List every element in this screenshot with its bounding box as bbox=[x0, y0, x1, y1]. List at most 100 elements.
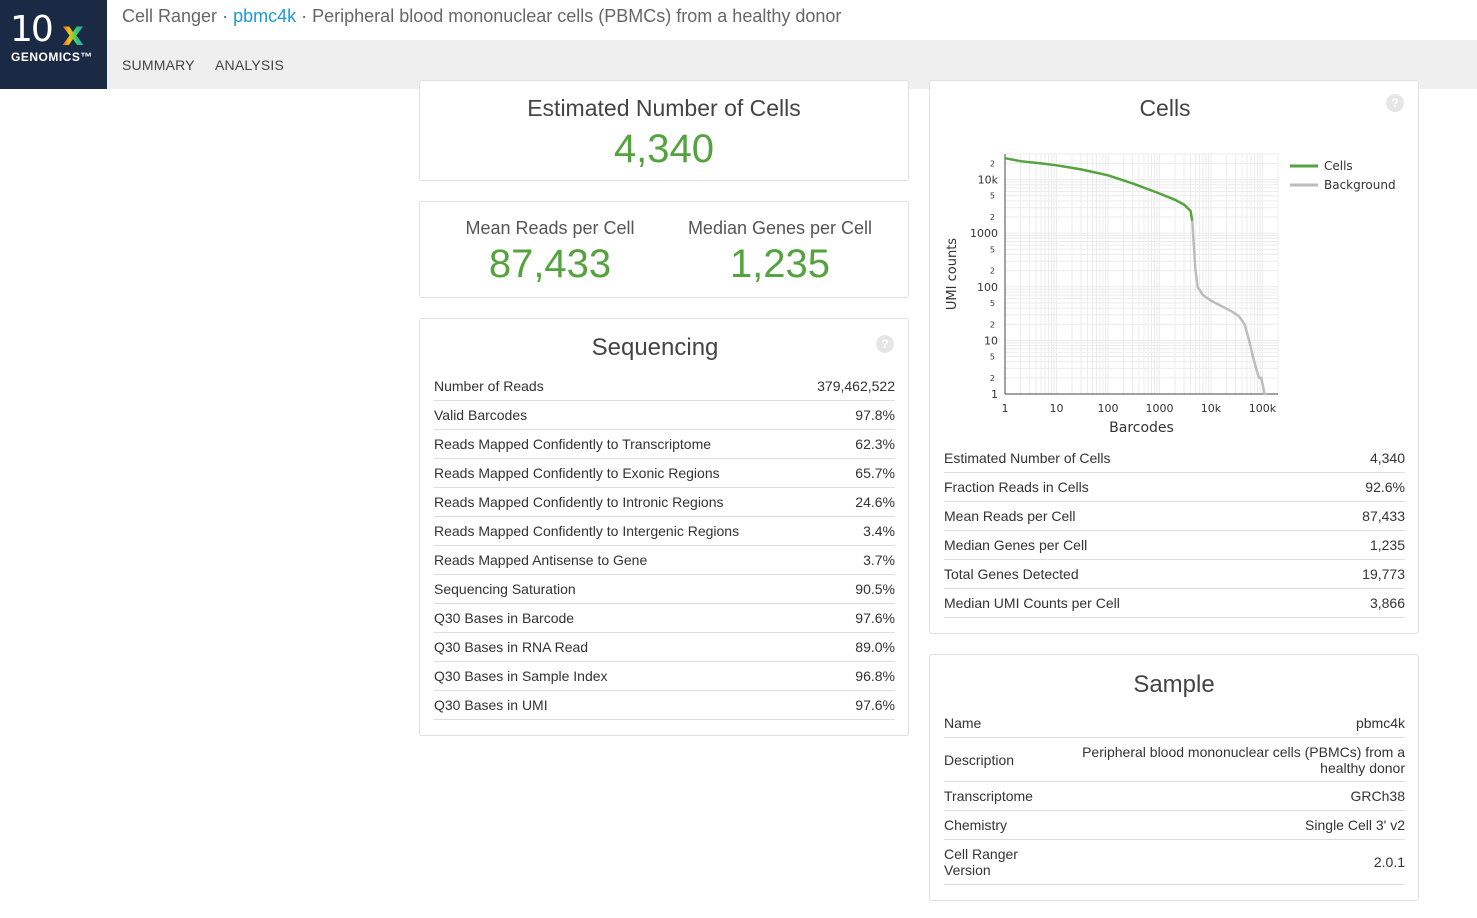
table-row: Reads Mapped Confidently to Transcriptom… bbox=[434, 429, 895, 459]
metric-value: 62.3% bbox=[801, 429, 895, 459]
metric-value: 89.0% bbox=[801, 632, 895, 662]
metric-label: Median Genes per Cell bbox=[944, 530, 1315, 560]
metric-label: Valid Barcodes bbox=[434, 400, 802, 430]
y-minor-tick-label: 2 bbox=[990, 213, 995, 222]
metric-value: 96.8% bbox=[801, 661, 895, 691]
x-tick-label: 10k bbox=[1201, 402, 1222, 415]
metric-label: Q30 Bases in Sample Index bbox=[434, 661, 802, 691]
metric-value: 92.6% bbox=[1314, 472, 1405, 502]
metric-value: 379,462,522 bbox=[801, 372, 895, 401]
tab-analysis[interactable]: ANALYSIS bbox=[215, 57, 284, 73]
metric-label: Reads Mapped Confidently to Intergenic R… bbox=[434, 516, 802, 546]
metric-label: Reads Mapped Confidently to Exonic Regio… bbox=[434, 458, 802, 488]
sequencing-table: Number of Reads 379,462,522 Valid Barcodes… bbox=[434, 372, 895, 720]
key-metrics-card: Mean Reads per Cell 87,433 Median Genes … bbox=[419, 201, 909, 298]
metric-value: 97.8% bbox=[801, 400, 895, 430]
metric-label: Total Genes Detected bbox=[944, 559, 1315, 589]
table-row: Cell Ranger Version 2.0.1 bbox=[944, 839, 1405, 885]
table-row: Q30 Bases in Barcode 97.6% bbox=[434, 603, 895, 633]
table-row: Total Genes Detected 19,773 bbox=[944, 559, 1405, 589]
y-tick-label: 10 bbox=[984, 334, 998, 347]
table-row: Reads Mapped Confidently to Exonic Regio… bbox=[434, 458, 895, 488]
y-minor-tick-label: 2 bbox=[990, 267, 995, 276]
metric-value: 97.6% bbox=[801, 603, 895, 633]
metric-value: 3,866 bbox=[1314, 588, 1405, 618]
table-row: Chemistry Single Cell 3' v2 bbox=[944, 810, 1405, 840]
table-row: Valid Barcodes 97.8% bbox=[434, 400, 895, 430]
question-circle-icon[interactable]: ? bbox=[1386, 94, 1404, 112]
y-axis-title: UMI counts bbox=[945, 238, 960, 310]
table-row: Reads Mapped Confidently to Intergenic R… bbox=[434, 516, 895, 546]
estimated-cells-title: Estimated Number of Cells bbox=[527, 95, 801, 121]
table-row: Description Peripheral blood mononuclear … bbox=[944, 737, 1405, 782]
x-tick-label: 1000 bbox=[1145, 402, 1173, 415]
sequencing-title: Sequencing bbox=[591, 334, 719, 361]
x-tick-label: 1 bbox=[1002, 402, 1009, 415]
series-line-cells bbox=[1004, 156, 1194, 222]
question-circle-icon[interactable]: ? bbox=[876, 335, 894, 353]
metric-value: Single Cell 3' v2 bbox=[1034, 810, 1405, 840]
sample-card: Sample Name pbmc4k Description Peripheral b… bbox=[929, 654, 1419, 901]
estimated-cells-card: Estimated Number of Cells 4,340 bbox=[419, 80, 909, 181]
table-row: Reads Mapped Confidently to Intronic Reg… bbox=[434, 487, 895, 517]
metric-label: Name bbox=[944, 709, 1034, 738]
metric-label: Mean Reads per Cell bbox=[944, 501, 1315, 531]
metric-value: 24.6% bbox=[801, 487, 895, 517]
cells-table: Estimated Number of Cells 4,340 Fraction R… bbox=[944, 444, 1405, 618]
metric-label: Cell Ranger Version bbox=[944, 839, 1034, 885]
y-minor-tick-label: 2 bbox=[990, 320, 995, 329]
table-row: Q30 Bases in RNA Read 89.0% bbox=[434, 632, 895, 662]
y-minor-tick-label: 5 bbox=[990, 299, 995, 308]
legend-label: Cells bbox=[1324, 159, 1353, 173]
sample-link[interactable]: pbmc4k bbox=[233, 6, 296, 26]
y-minor-tick-label: 2 bbox=[990, 374, 995, 383]
table-row: Q30 Bases in UMI 97.6% bbox=[434, 690, 895, 720]
median-genes-label: Median Genes per Cell bbox=[687, 218, 873, 238]
breadcrumb: Cell Ranger · pbmc4k · Peripheral blood … bbox=[122, 6, 841, 27]
sample-description: Peripheral blood mononuclear cells (PBMC… bbox=[312, 6, 842, 26]
table-row: Name pbmc4k bbox=[944, 709, 1405, 738]
metric-label: Number of Reads bbox=[434, 372, 802, 401]
barcode-rank-chart: 1 10 100 1000 10k 100k 1 2 5 10 2 5 100 2 5 1000 2 5 10k 2 B… bbox=[945, 153, 1396, 436]
median-genes-value: 1,235 bbox=[729, 242, 831, 286]
metric-value: 3.4% bbox=[801, 516, 895, 546]
logo-ten: 10 bbox=[10, 9, 54, 50]
metric-label: Sequencing Saturation bbox=[434, 574, 802, 604]
x-tick-label: 10 bbox=[1049, 402, 1063, 415]
table-row: Transcriptome GRCh38 bbox=[944, 781, 1405, 811]
table-row: Sequencing Saturation 90.5% bbox=[434, 574, 895, 604]
metric-value: 1,235 bbox=[1314, 530, 1405, 560]
metric-value: pbmc4k bbox=[1034, 709, 1405, 738]
metric-label: Fraction Reads in Cells bbox=[944, 472, 1315, 502]
metric-label: Description bbox=[944, 737, 1034, 782]
legend-label: Background bbox=[1324, 178, 1396, 192]
logo-genomics: GENOMICS™ bbox=[11, 50, 93, 64]
tab-summary[interactable]: SUMMARY bbox=[122, 57, 195, 73]
sample-table: Name pbmc4k Description Peripheral blood mo… bbox=[944, 709, 1405, 885]
metric-label: Reads Mapped Antisense to Gene bbox=[434, 545, 802, 575]
y-minor-tick-label: 5 bbox=[990, 192, 995, 201]
metric-label: Q30 Bases in RNA Read bbox=[434, 632, 802, 662]
metric-value: 19,773 bbox=[1314, 559, 1405, 589]
table-row: Fraction Reads in Cells 92.6% bbox=[944, 472, 1405, 502]
metric-label: Reads Mapped Confidently to Transcriptom… bbox=[434, 429, 802, 459]
breadcrumb-separator: · bbox=[301, 6, 308, 26]
metric-label: Median UMI Counts per Cell bbox=[944, 588, 1315, 618]
metric-value: 2.0.1 bbox=[1034, 839, 1405, 885]
metric-value: GRCh38 bbox=[1034, 781, 1405, 811]
metric-value: 4,340 bbox=[1314, 444, 1405, 473]
y-tick-label: 1 bbox=[991, 388, 998, 401]
table-row: Median UMI Counts per Cell 3,866 bbox=[944, 588, 1405, 618]
10x-genomics-logo[interactable]: 10 x GENOMICS™ bbox=[0, 0, 107, 89]
mean-reads-value: 87,433 bbox=[488, 242, 612, 286]
breadcrumb-separator: · bbox=[222, 6, 229, 26]
metric-label: Reads Mapped Confidently to Intronic Reg… bbox=[434, 487, 802, 517]
metric-value: 3.7% bbox=[801, 545, 895, 575]
estimated-cells-value: 4,340 bbox=[613, 127, 715, 171]
y-minor-tick-label: 5 bbox=[990, 245, 995, 254]
y-tick-label: 10k bbox=[978, 174, 999, 187]
metric-value: Peripheral blood mononuclear cells (PBMC… bbox=[1034, 737, 1405, 782]
metric-label: Transcriptome bbox=[944, 781, 1034, 811]
x-tick-label: 100 bbox=[1097, 402, 1118, 415]
metric-label: Chemistry bbox=[944, 810, 1034, 840]
